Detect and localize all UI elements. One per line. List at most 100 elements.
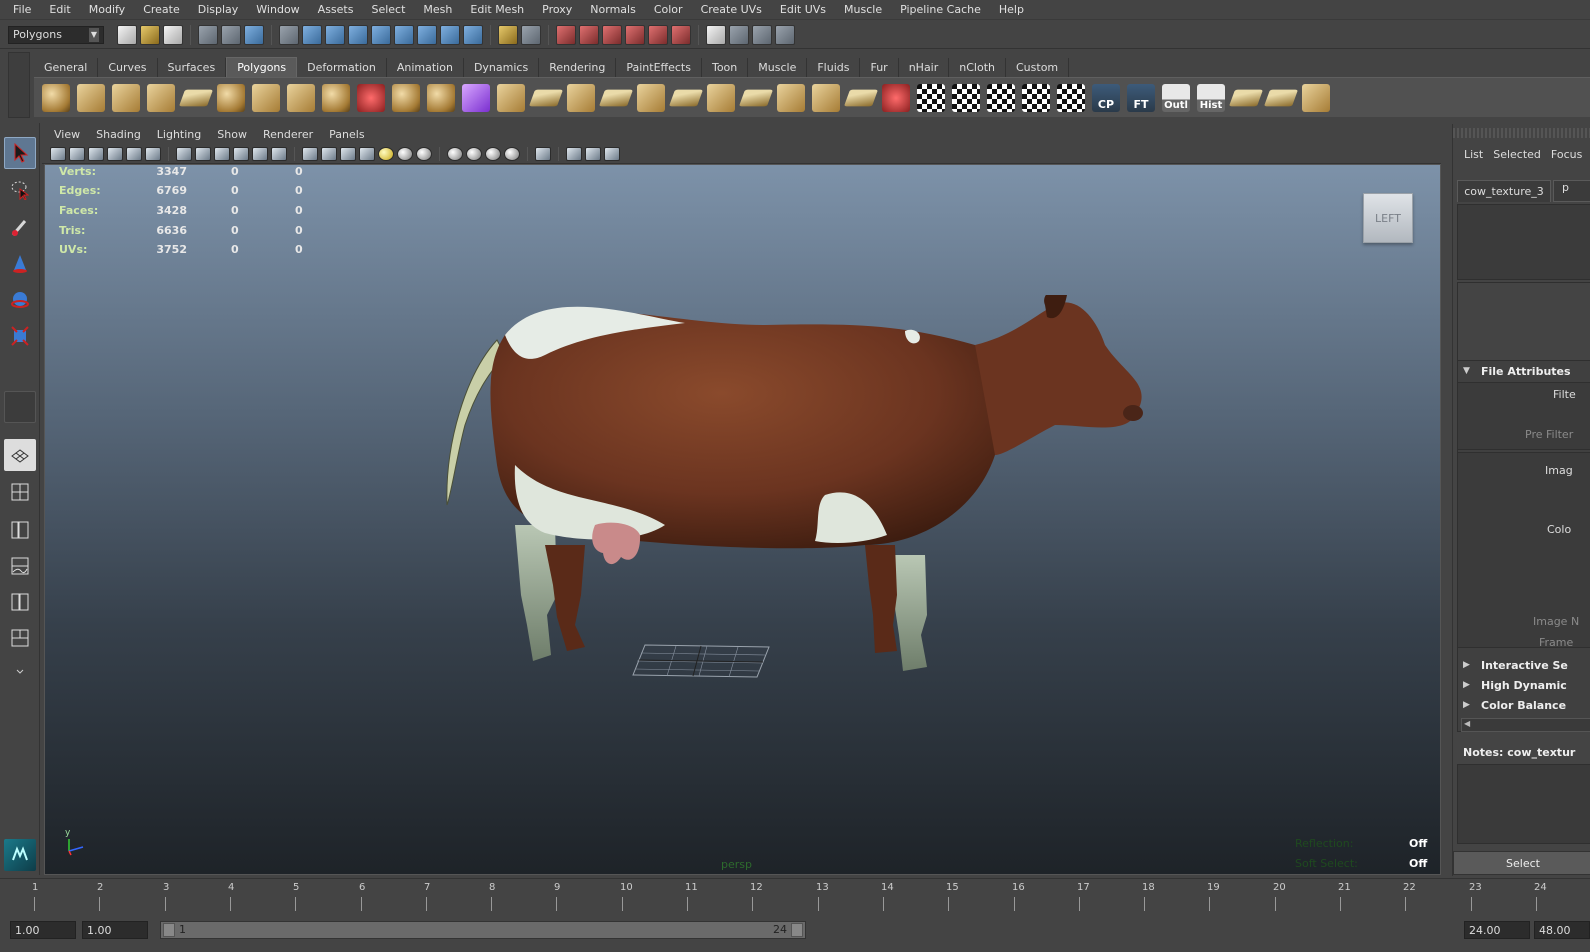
menu-display[interactable]: Display: [189, 3, 248, 16]
scroll-left-icon[interactable]: ◀: [1464, 719, 1470, 728]
open-scene-icon[interactable]: [140, 24, 160, 45]
menu-normals[interactable]: Normals: [581, 3, 645, 16]
poly-cylinder-icon[interactable]: [112, 83, 140, 112]
playback-end-field[interactable]: 24.00: [1464, 921, 1530, 939]
panel-drag-handle[interactable]: [1453, 128, 1590, 138]
tab-polygons[interactable]: Polygons: [226, 57, 298, 77]
poly-plane-icon[interactable]: [178, 89, 214, 106]
freeze-transformations-button[interactable]: FT: [1127, 83, 1155, 112]
uv-layout-icon[interactable]: [1302, 83, 1330, 112]
range-slider[interactable]: 1 24: [160, 921, 806, 939]
ae-menu-list[interactable]: List: [1459, 148, 1488, 161]
multisample-aa-icon[interactable]: [466, 146, 482, 161]
menu-window[interactable]: Window: [247, 3, 308, 16]
tab-nhair[interactable]: nHair: [899, 58, 950, 77]
screen-space-ao-icon[interactable]: [416, 146, 432, 161]
depth-of-field-icon[interactable]: [485, 146, 501, 161]
xray-icon[interactable]: [504, 146, 520, 161]
menu-assets[interactable]: Assets: [309, 3, 363, 16]
playback-start-field[interactable]: 1.00: [82, 921, 148, 939]
perspective-viewport[interactable]: Verts: 3347 0 0 Edges: 6769 0 0 Faces: 3…: [44, 164, 1441, 875]
view-cube[interactable]: LEFT: [1363, 193, 1413, 243]
persp-graph-layout-button[interactable]: [4, 551, 36, 583]
mask-dropdown-icon[interactable]: [279, 24, 299, 45]
append-polygon-icon[interactable]: [497, 83, 525, 112]
make-live-icon[interactable]: [648, 24, 668, 45]
menu-edit-uvs[interactable]: Edit UVs: [771, 3, 835, 16]
section-high-dynamic-range[interactable]: ▶ High Dynamic: [1463, 675, 1590, 695]
grease-pencil-icon[interactable]: [145, 146, 161, 161]
viewport-menu-view[interactable]: View: [46, 128, 88, 141]
select-surfaces-icon[interactable]: [371, 24, 391, 45]
menu-file[interactable]: File: [4, 3, 40, 16]
tab-animation[interactable]: Animation: [387, 58, 464, 77]
node-tab-next[interactable]: p: [1553, 180, 1590, 202]
render-frame-icon[interactable]: [729, 24, 749, 45]
tab-general[interactable]: General: [34, 58, 99, 77]
tab-fur[interactable]: Fur: [860, 58, 899, 77]
menu-proxy[interactable]: Proxy: [533, 3, 581, 16]
poly-pyramid-icon[interactable]: [252, 83, 280, 112]
transfer-attributes-icon[interactable]: [1228, 89, 1264, 106]
extrude-icon[interactable]: [567, 83, 595, 112]
xray-active-components-icon[interactable]: [585, 146, 601, 161]
render-settings-icon[interactable]: [775, 24, 795, 45]
cow-model[interactable]: [435, 295, 1145, 695]
menu-select[interactable]: Select: [362, 3, 414, 16]
combine-icon[interactable]: [392, 83, 420, 112]
tab-curves[interactable]: Curves: [98, 58, 158, 77]
persp-graph-hypershade-layout-button[interactable]: [4, 623, 36, 655]
poly-torus-icon[interactable]: [217, 83, 245, 112]
menu-create-uvs[interactable]: Create UVs: [692, 3, 771, 16]
2d-pan-zoom-icon[interactable]: [126, 146, 142, 161]
tab-fluids[interactable]: Fluids: [807, 58, 861, 77]
paint-select-tool-button[interactable]: [4, 213, 36, 245]
bevel-icon[interactable]: [637, 83, 665, 112]
resolution-gate-icon[interactable]: [214, 146, 230, 161]
smooth-shade-icon[interactable]: [321, 146, 337, 161]
spherical-mapping-icon[interactable]: [987, 83, 1015, 112]
ae-menu-focus[interactable]: Focus: [1546, 148, 1587, 161]
wireframe-icon[interactable]: [302, 146, 318, 161]
sculpt-geometry-icon[interactable]: [882, 83, 910, 112]
animation-start-field[interactable]: 1.00: [10, 921, 76, 939]
layout-options-button[interactable]: [4, 663, 36, 683]
uv-texture-editor-icon[interactable]: [1057, 83, 1085, 112]
poly-pipe-icon[interactable]: [287, 83, 315, 112]
menu-mesh[interactable]: Mesh: [414, 3, 461, 16]
scale-tool-button[interactable]: [4, 321, 36, 353]
menu-set-dropdown[interactable]: Polygons ▼: [8, 25, 104, 44]
duplicate-face-icon[interactable]: [843, 89, 879, 106]
separate-icon[interactable]: [427, 83, 455, 112]
range-start-handle[interactable]: [163, 923, 175, 937]
select-deformations-icon[interactable]: [394, 24, 414, 45]
menu-color[interactable]: Color: [645, 3, 692, 16]
select-joints-icon[interactable]: [325, 24, 345, 45]
delete-history-button[interactable]: Hist: [1197, 83, 1225, 112]
tab-deformation[interactable]: Deformation: [297, 58, 387, 77]
poly-cube-icon[interactable]: [77, 83, 105, 112]
select-by-object-icon[interactable]: [221, 24, 241, 45]
smooth-proxy-icon[interactable]: [462, 83, 490, 112]
grid-icon[interactable]: [176, 146, 192, 161]
select-handles-icon[interactable]: [302, 24, 322, 45]
film-gate-icon[interactable]: [195, 146, 211, 161]
save-scene-icon[interactable]: [163, 24, 183, 45]
snap-to-point-icon[interactable]: [602, 24, 622, 45]
range-end-handle[interactable]: [791, 923, 803, 937]
planar-mapping-icon[interactable]: [917, 83, 945, 112]
select-tool-button[interactable]: [4, 137, 36, 169]
tab-ncloth[interactable]: nCloth: [949, 58, 1006, 77]
backface-culling-icon[interactable]: [604, 146, 620, 161]
menu-create[interactable]: Create: [134, 3, 189, 16]
tab-painteffects[interactable]: PaintEffects: [616, 58, 702, 77]
snap-to-view-plane-icon[interactable]: [625, 24, 645, 45]
persp-outliner-layout-button[interactable]: [4, 515, 36, 547]
hypershade-layout-button[interactable]: [4, 587, 36, 619]
tab-dynamics[interactable]: Dynamics: [464, 58, 540, 77]
menu-modify[interactable]: Modify: [80, 3, 134, 16]
safe-title-icon[interactable]: [271, 146, 287, 161]
snap-to-grid-icon[interactable]: [556, 24, 576, 45]
rotate-tool-button[interactable]: [4, 285, 36, 317]
horizontal-scrollbar[interactable]: ◀: [1461, 718, 1590, 732]
